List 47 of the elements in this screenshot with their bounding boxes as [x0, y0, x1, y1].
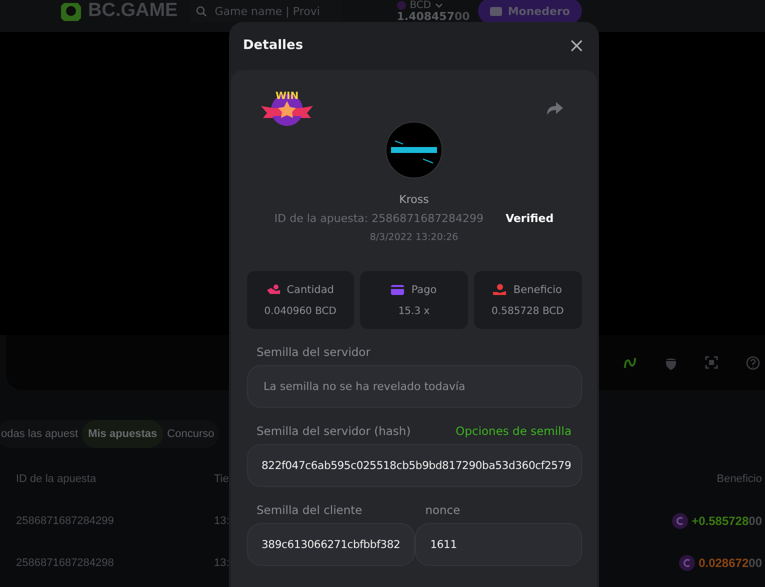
search-icon [196, 6, 207, 16]
coin-icon [672, 513, 688, 529]
column-header: Beneficio [716, 473, 762, 485]
table-cell-text: 2586871687284298 [16, 557, 115, 569]
profit-value: 0.02867200 [698, 556, 762, 570]
wallet-icon [490, 6, 502, 16]
table-cell-text: 2586871687284299 [16, 515, 115, 527]
dialog-title: Detalles [243, 38, 304, 52]
player-name: Kross [399, 193, 429, 206]
nonce-field[interactable]: 1611 [415, 523, 582, 566]
tab[interactable]: odas las apuest [0, 420, 82, 448]
curve-icon[interactable] [623, 356, 637, 370]
focus-icon[interactable] [705, 356, 718, 369]
seed-options-link[interactable]: Opciones de semilla [456, 424, 572, 438]
tab[interactable]: Concurso [163, 420, 218, 448]
share-icon[interactable] [547, 102, 563, 115]
table-cell: 13: [214, 557, 228, 569]
bet-date: 8/3/2022 13:20:26 [370, 232, 458, 243]
client-seed-field[interactable]: 389c613066271cbfbbf382 [246, 523, 416, 566]
tab[interactable]: Mis apuestas [82, 420, 164, 448]
coin-icon [396, 1, 406, 10]
caret-icon [435, 2, 444, 8]
profit-value: +0.58572800 [692, 514, 762, 528]
stat-value: 0.040960 BCD [264, 306, 336, 316]
table-cell: 13: [214, 515, 228, 527]
stat-label: Cantidad [286, 284, 334, 296]
column-header: ID de la apuesta [16, 473, 98, 485]
acorn-icon[interactable] [665, 356, 677, 370]
field-label: nonce [424, 503, 462, 517]
avatar-image [385, 121, 443, 179]
close-button[interactable]: × [568, 35, 585, 55]
stat-label: Beneficio [513, 284, 562, 296]
field-label: Semilla del servidor (hash) [256, 424, 411, 438]
field-label: Semilla del servidor [256, 345, 372, 359]
coin-icon [678, 555, 695, 571]
field-label: Semilla del cliente [256, 503, 364, 517]
currency-label: BCD [410, 0, 432, 11]
balance-amount: 1.40845700 [396, 11, 470, 22]
server-seed-field[interactable]: La semilla no se ha revelado todavía [246, 365, 582, 408]
stat-value: 0.585728 BCD [492, 306, 564, 316]
help-icon[interactable] [746, 356, 760, 370]
stat-label: Pago [411, 284, 437, 296]
bet-id: ID de la apuesta: 2586871687284299 [274, 212, 484, 225]
stat-value: 15.3 x [398, 306, 430, 316]
column-header: Tie [214, 473, 228, 485]
server-hash-field[interactable]: 822f047c6ab595c025518cb5b9bd817290ba53d360cf2579 [246, 444, 582, 487]
verified-label: Verified [506, 212, 554, 225]
